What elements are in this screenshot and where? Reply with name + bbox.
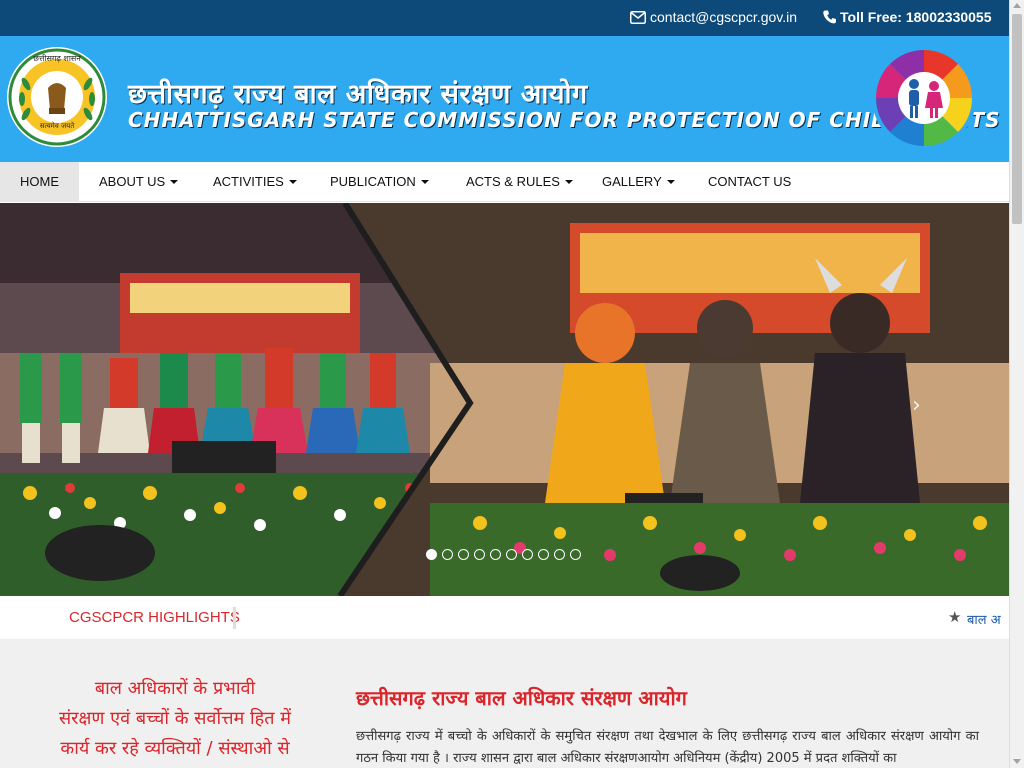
nav-home-label: HOME <box>20 174 59 189</box>
scroll-down-arrow-icon[interactable] <box>1013 759 1021 764</box>
chevron-right-icon[interactable]: › <box>912 393 921 418</box>
nav-activities-label: ACTIVITIES <box>213 174 284 189</box>
caret-down-icon <box>666 180 675 184</box>
nav-home[interactable]: HOME <box>0 162 79 202</box>
nav-contact-us-label: CONTACT US <box>708 174 792 189</box>
top-contact-bar: contact@cgscpcr.gov.in Toll Free: 180023… <box>0 0 1009 36</box>
highlights-divider <box>233 607 236 629</box>
image-slider[interactable]: › <box>0 203 1009 596</box>
caret-down-icon <box>420 180 429 184</box>
toll-free-number[interactable]: Toll Free: 18002330055 <box>823 9 992 25</box>
toll-free-text: Toll Free: 18002330055 <box>840 9 992 25</box>
nav-publication-label: PUBLICATION <box>330 174 416 189</box>
contact-email-link[interactable]: contact@cgscpcr.gov.in <box>630 9 797 25</box>
slider-pagination <box>426 549 581 560</box>
slider-dot[interactable] <box>570 549 581 560</box>
emblem-motto-text: सत्यमेव जयते <box>40 121 75 130</box>
nomination-notice: बाल अधिकारों के प्रभावी संरक्षण एवं बच्च… <box>40 674 310 764</box>
slider-dot[interactable] <box>426 549 437 560</box>
phone-icon <box>823 10 836 24</box>
page-scrollbar[interactable] <box>1009 0 1024 768</box>
nav-gallery-label: GALLERY <box>602 174 662 189</box>
site-header: सत्यमेव जयते छत्तीसगढ़ शासन छत्तीसगढ़ रा… <box>0 36 1009 162</box>
nav-acts-rules[interactable]: ACTS & RULES <box>446 162 593 202</box>
nomination-line-1: बाल अधिकारों के प्रभावी <box>94 678 256 699</box>
slider-dot[interactable] <box>442 549 453 560</box>
nav-activities[interactable]: ACTIVITIES <box>193 162 317 202</box>
slider-dot[interactable] <box>554 549 565 560</box>
caret-down-icon <box>564 180 573 184</box>
nomination-line-2: संरक्षण एवं बच्चों के सर्वोत्तम हित में <box>58 708 291 729</box>
child-rights-logo-icon[interactable] <box>868 44 980 152</box>
slider-dot[interactable] <box>522 549 533 560</box>
slider-dot[interactable] <box>458 549 469 560</box>
nav-about-us-label: ABOUT US <box>99 174 166 189</box>
state-emblem-icon[interactable]: सत्यमेव जयते छत्तीसगढ़ शासन <box>6 44 108 150</box>
star-icon: ★ <box>948 608 962 626</box>
nav-acts-rules-label: ACTS & RULES <box>466 174 560 189</box>
highlights-title: CGSCPCR HIGHLIGHTS <box>69 609 240 626</box>
envelope-icon <box>630 11 646 24</box>
commission-heading: छत्तीसगढ़ राज्य बाल अधिकार संरक्षण आयोग <box>356 686 687 710</box>
caret-down-icon <box>170 180 179 184</box>
nomination-line-3: कार्य कर रहे व्यक्तियों / संस्थाओ से <box>60 738 290 759</box>
highlights-ticker-link[interactable]: बाल अ <box>967 610 1009 628</box>
slider-image <box>0 203 1009 596</box>
scrollbar-thumb[interactable] <box>1012 14 1022 224</box>
slider-dot[interactable] <box>506 549 517 560</box>
main-content: बाल अधिकारों के प्रभावी संरक्षण एवं बच्च… <box>0 640 1009 768</box>
emblem-top-text: छत्तीसगढ़ शासन <box>33 53 81 63</box>
slider-dot[interactable] <box>538 549 549 560</box>
nav-contact-us[interactable]: CONTACT US <box>688 162 811 202</box>
nav-publication[interactable]: PUBLICATION <box>310 162 449 202</box>
slider-dot[interactable] <box>490 549 501 560</box>
main-navigation: HOME ABOUT US ACTIVITIES PUBLICATION ACT… <box>0 162 1009 202</box>
slider-dot[interactable] <box>474 549 485 560</box>
contact-email-text: contact@cgscpcr.gov.in <box>650 9 798 25</box>
highlights-bar: CGSCPCR HIGHLIGHTS ★ बाल अ <box>0 596 1009 640</box>
nav-gallery[interactable]: GALLERY <box>582 162 695 202</box>
scroll-up-arrow-icon[interactable] <box>1013 3 1021 8</box>
commission-description: छत्तीसगढ़ राज्य में बच्चो के अधिकारों के… <box>356 729 979 766</box>
site-title-hindi: छत्तीसगढ़ राज्य बाल अधिकार संरक्षण आयोग <box>128 79 588 110</box>
caret-down-icon <box>288 180 297 184</box>
nav-about-us[interactable]: ABOUT US <box>79 162 198 202</box>
